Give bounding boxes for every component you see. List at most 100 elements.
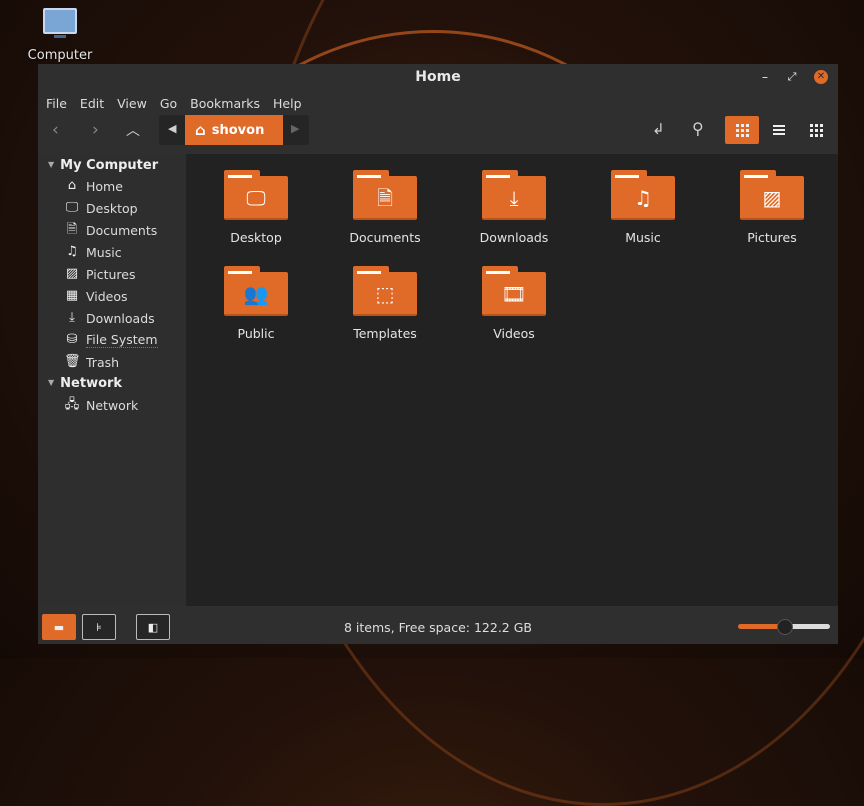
video-icon: ▦: [65, 288, 79, 303]
back-button[interactable]: ‹: [52, 120, 59, 140]
document-icon: 🗎: [66, 222, 78, 237]
breadcrumb: ◀ ⌂ shovon ▶: [159, 115, 309, 145]
folder-templates-icon: ⬚: [353, 266, 417, 316]
sidebar-item-label: Videos: [86, 288, 128, 304]
folder-documents-icon: 🗎: [353, 170, 417, 220]
file-item-documents[interactable]: 🗎 Documents: [330, 170, 440, 245]
folder-glyph: 🎞: [501, 282, 527, 306]
status-bar: ▬ ⊧ ◧ 8 items, Free space: 122.2 GB: [38, 606, 838, 644]
sidebar-item-label: Desktop: [86, 200, 138, 216]
file-name: Pictures: [747, 230, 797, 245]
file-name: Videos: [493, 326, 535, 341]
file-name: Public: [237, 326, 275, 341]
up-button[interactable]: ︿: [126, 120, 140, 140]
folder-glyph: 👥: [243, 282, 269, 306]
sidebar-item-network[interactable]: 🖧 Network: [64, 395, 138, 415]
sidebar-item-label: File System: [86, 332, 158, 348]
folder-music-icon: ♫: [611, 170, 675, 220]
sidebar-item-label: Home: [86, 178, 123, 194]
icon-view-button[interactable]: [725, 116, 759, 144]
sidebar-item-documents[interactable]: 🗎 Documents: [64, 220, 158, 240]
trash-icon: 🗑: [64, 354, 81, 369]
home-icon: ⌂: [195, 121, 206, 139]
zoom-slider[interactable]: [738, 619, 830, 635]
harddisk-icon: ⛁: [66, 332, 78, 347]
sidebar-item-label: Documents: [86, 222, 158, 238]
breadcrumb-home[interactable]: ⌂ shovon: [185, 115, 283, 145]
forward-button[interactable]: ›: [92, 120, 99, 140]
close-button[interactable]: ✕: [814, 70, 828, 84]
sidebar-section-network[interactable]: ▼ Network: [48, 376, 122, 391]
minimize-button[interactable]: –: [758, 70, 772, 84]
folder-glyph: 🖵: [246, 186, 266, 210]
file-item-templates[interactable]: ⬚ Templates: [330, 266, 440, 341]
file-name: Templates: [353, 326, 417, 341]
expand-triangle-icon: ▼: [48, 378, 55, 387]
title-bar[interactable]: Home – ⤢ ✕: [38, 64, 838, 90]
search-icon: ⚲: [692, 119, 704, 138]
maximize-button[interactable]: ⤢: [785, 70, 799, 84]
file-item-videos[interactable]: 🎞 Videos: [459, 266, 569, 341]
menu-bar: File Edit View Go Bookmarks Help: [38, 90, 838, 114]
toggle-location-button[interactable]: ↲: [652, 120, 665, 138]
desktop-icon-computer[interactable]: Computer: [24, 8, 96, 63]
sidebar-item-home[interactable]: ⌂ Home: [64, 176, 123, 196]
folder-desktop-icon: 🖵: [224, 170, 288, 220]
music-icon: ♫: [66, 244, 78, 259]
icon-view-icon: [735, 123, 749, 137]
file-item-downloads[interactable]: ⤓ Downloads: [459, 170, 569, 245]
folder-glyph: ⤓: [509, 186, 519, 210]
folder-glyph: ⬚: [375, 282, 395, 306]
folder-glyph: 🗎: [376, 186, 394, 210]
folder-videos-icon: 🎞: [482, 266, 546, 316]
section-title: Network: [60, 376, 123, 391]
sidebar-item-pictures[interactable]: ▨ Pictures: [64, 264, 136, 284]
menu-go[interactable]: Go: [160, 90, 184, 114]
file-name: Music: [625, 230, 661, 245]
desktop-icon: 🖵: [65, 200, 79, 215]
sidebar-item-label: Downloads: [86, 310, 155, 326]
file-name: Downloads: [479, 230, 549, 245]
folder-pictures-icon: ▨: [740, 170, 804, 220]
sidebar-item-trash[interactable]: 🗑 Trash: [64, 352, 119, 372]
download-icon: ⤓: [69, 310, 75, 325]
sidebar-item-label: Pictures: [86, 266, 136, 282]
folder-glyph: ♫: [634, 186, 652, 210]
home-icon: ⌂: [67, 178, 77, 193]
breadcrumb-left-arrow[interactable]: ◀: [168, 122, 176, 135]
search-button[interactable]: ⚲: [692, 119, 704, 138]
sidebar-item-file-system[interactable]: ⛁ File System: [64, 330, 158, 350]
breadcrumb-label: shovon: [211, 122, 265, 138]
computer-monitor-icon: [43, 8, 77, 34]
list-view-button[interactable]: [762, 116, 796, 144]
file-item-music[interactable]: ♫ Music: [588, 170, 698, 245]
menu-file[interactable]: File: [46, 90, 74, 114]
menu-bookmarks[interactable]: Bookmarks: [190, 90, 267, 114]
compact-view-icon: [809, 123, 823, 137]
status-text: 8 items, Free space: 122.2 GB: [343, 620, 532, 635]
folder-glyph: ▨: [762, 186, 782, 210]
sidebar-item-videos[interactable]: ▦ Videos: [64, 286, 128, 306]
sidebar-item-downloads[interactable]: ⤓ Downloads: [64, 308, 155, 328]
menu-help[interactable]: Help: [273, 90, 309, 114]
breadcrumb-right-arrow[interactable]: ▶: [291, 122, 299, 135]
folder-public-icon: 👥: [224, 266, 288, 316]
compact-view-button[interactable]: [799, 116, 833, 144]
window-title: Home: [415, 69, 461, 85]
file-name: Documents: [349, 230, 421, 245]
file-item-pictures[interactable]: ▨ Pictures: [717, 170, 827, 245]
file-view[interactable]: 🖵 Desktop 🗎 Documents ⤓ Downloads ♫ Musi…: [187, 154, 838, 606]
folder-downloads-icon: ⤓: [482, 170, 546, 220]
sidebar-section-my-computer[interactable]: ▼ My Computer: [48, 158, 158, 173]
file-item-desktop[interactable]: 🖵 Desktop: [201, 170, 311, 245]
zoom-slider-handle[interactable]: [777, 619, 793, 635]
sidebar-item-desktop[interactable]: 🖵 Desktop: [64, 198, 138, 218]
sidebar-item-music[interactable]: ♫ Music: [64, 242, 122, 262]
menu-edit[interactable]: Edit: [80, 90, 111, 114]
sidebar-item-label: Trash: [86, 354, 120, 370]
picture-icon: ▨: [65, 266, 79, 281]
sidebar-item-label: Music: [86, 244, 122, 260]
list-view-icon: [773, 125, 785, 135]
file-item-public[interactable]: 👥 Public: [201, 266, 311, 341]
menu-view[interactable]: View: [117, 90, 154, 114]
